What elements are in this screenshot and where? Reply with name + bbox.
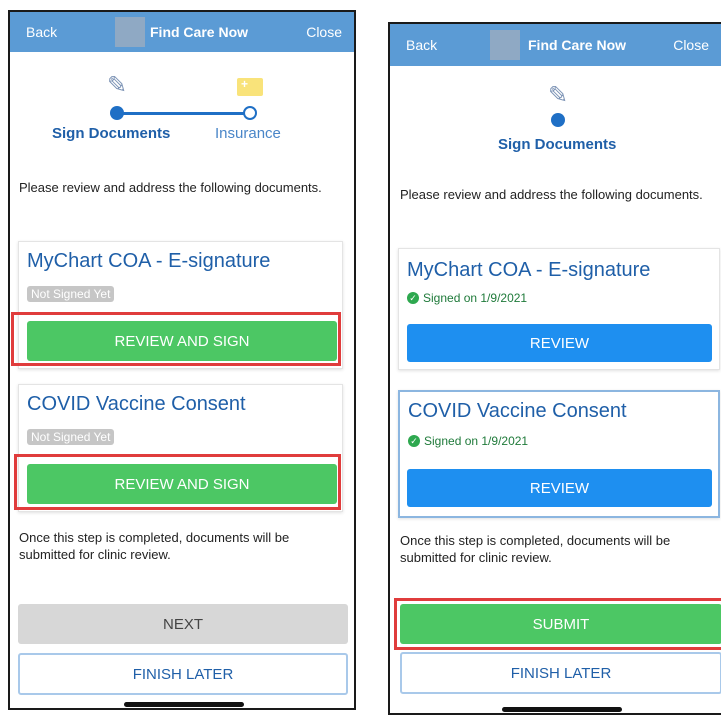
document-title[interactable]: MyChart COA - E-signature: [27, 250, 270, 273]
intro-text: Please review and address the following …: [19, 180, 322, 195]
highlight-box: [11, 312, 341, 366]
step-dot-sign-documents: [551, 113, 565, 127]
avatar: [490, 30, 520, 60]
back-button[interactable]: Back: [406, 37, 437, 53]
step-label-insurance[interactable]: Insurance: [215, 125, 281, 142]
review-button[interactable]: REVIEW: [407, 469, 712, 507]
step-progress-line: [120, 112, 252, 115]
close-button[interactable]: Close: [673, 37, 709, 53]
top-bar: Back Find Care Now Close: [390, 24, 721, 66]
step-dot-sign-documents: [110, 106, 124, 120]
step-label-sign-documents: Sign Documents: [52, 125, 171, 142]
review-button[interactable]: REVIEW: [407, 324, 712, 362]
status-text: Signed on 1/9/2021: [423, 291, 528, 305]
insurance-card-icon: [237, 77, 263, 96]
top-bar: Back Find Care Now Close: [10, 12, 354, 52]
document-title[interactable]: COVID Vaccine Consent: [27, 393, 246, 416]
pen-icon: ✎: [107, 72, 128, 99]
submission-note: Once this step is completed, documents w…: [400, 533, 671, 565]
highlight-box: [14, 454, 341, 510]
status-badge: Not Signed Yet: [27, 286, 115, 302]
submission-note: Once this step is completed, documents w…: [19, 530, 290, 562]
phone-screen-before: Back Find Care Now Close ✎ Sign Document…: [8, 10, 356, 710]
document-card: MyChart COA - E-signature ✓ Signed on 1/…: [398, 248, 720, 370]
step-dot-insurance: [243, 106, 257, 120]
intro-text: Please review and address the following …: [400, 187, 703, 202]
step-label-sign-documents: Sign Documents: [498, 136, 617, 153]
pen-icon: ✎: [548, 82, 569, 109]
status-text: Signed on 1/9/2021: [424, 434, 529, 448]
check-circle-icon: ✓: [408, 435, 420, 447]
phone-screen-after: Back Find Care Now Close ✎ Sign Document…: [388, 22, 721, 715]
home-indicator: [124, 702, 244, 707]
home-indicator: [502, 707, 622, 712]
check-circle-icon: ✓: [407, 292, 419, 304]
status-badge: Not Signed Yet: [27, 429, 115, 445]
finish-later-button[interactable]: FINISH LATER: [18, 653, 348, 695]
next-button[interactable]: NEXT: [18, 604, 348, 644]
document-title[interactable]: COVID Vaccine Consent: [408, 400, 627, 423]
avatar: [115, 17, 145, 47]
status-badge: ✓ Signed on 1/9/2021: [407, 291, 527, 305]
finish-later-button[interactable]: FINISH LATER: [400, 652, 721, 694]
status-badge: ✓ Signed on 1/9/2021: [408, 434, 528, 448]
page-title: Find Care Now: [150, 24, 249, 40]
document-title[interactable]: MyChart COA - E-signature: [407, 259, 650, 282]
page-title: Find Care Now: [528, 37, 627, 53]
close-button[interactable]: Close: [306, 24, 342, 40]
highlight-box: [394, 598, 721, 650]
document-card: COVID Vaccine Consent ✓ Signed on 1/9/20…: [398, 390, 720, 518]
back-button[interactable]: Back: [26, 24, 57, 40]
